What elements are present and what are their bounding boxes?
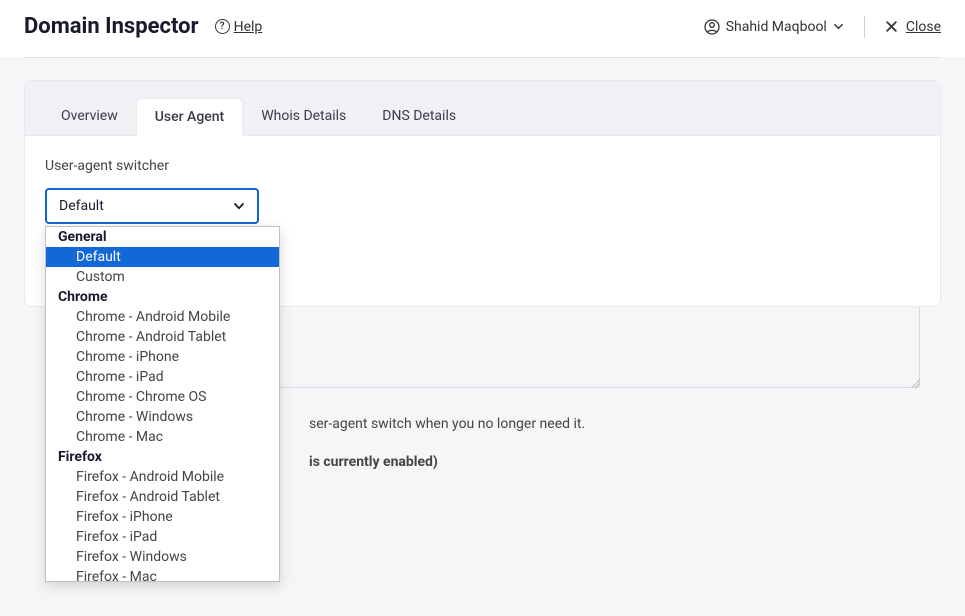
chevron-down-icon [233,200,245,212]
dd-item-firefox-mac[interactable]: Firefox - Mac [46,567,279,582]
header-right: Shahid Maqbool Close [704,16,941,38]
user-name: Shahid Maqbool [726,19,827,35]
help-label: Help [234,19,263,35]
dd-item-chrome-android-tablet[interactable]: Chrome - Android Tablet [46,327,279,347]
hint-text-disable: ser-agent switch when you no longer need… [309,416,585,432]
tab-dns-details[interactable]: DNS Details [364,98,474,136]
help-icon: ? [215,19,230,34]
hint-text-enabled: is currently enabled) [309,454,438,470]
close-icon [885,20,898,33]
dd-group-general: General [46,227,279,247]
dd-group-chrome: Chrome [46,287,279,307]
ua-switcher-label: User-agent switcher [45,158,920,174]
dd-item-chrome-ipad[interactable]: Chrome - iPad [46,367,279,387]
main-panel: Overview User Agent Whois Details DNS De… [24,80,941,307]
close-button[interactable]: Close [885,19,941,35]
help-link[interactable]: ? Help [215,19,263,35]
divider [864,16,865,38]
dd-item-firefox-android-mobile[interactable]: Firefox - Android Mobile [46,467,279,487]
dd-item-firefox-ipad[interactable]: Firefox - iPad [46,527,279,547]
dd-item-firefox-iphone[interactable]: Firefox - iPhone [46,507,279,527]
header: Domain Inspector ? Help Shahid Maqbool [0,0,965,57]
user-icon [704,19,720,35]
chevron-down-icon [833,21,844,32]
header-left: Domain Inspector ? Help [24,14,262,39]
dd-group-firefox: Firefox [46,447,279,467]
user-menu[interactable]: Shahid Maqbool [704,19,844,35]
dd-item-chrome-mac[interactable]: Chrome - Mac [46,427,279,447]
dd-item-chrome-android-mobile[interactable]: Chrome - Android Mobile [46,307,279,327]
page-title: Domain Inspector [24,14,199,39]
ua-select-value: Default [59,198,104,214]
dd-item-default[interactable]: Default [46,247,279,267]
dd-item-chrome-iphone[interactable]: Chrome - iPhone [46,347,279,367]
tab-user-agent[interactable]: User Agent [136,98,243,136]
tabs: Overview User Agent Whois Details DNS De… [25,81,940,136]
dd-item-chrome-windows[interactable]: Chrome - Windows [46,407,279,427]
ua-select-wrapper: Default General Default Custom Chrome Ch… [45,188,259,224]
header-divider [24,57,941,58]
tab-overview[interactable]: Overview [43,98,136,136]
dd-item-chrome-chromeos[interactable]: Chrome - Chrome OS [46,387,279,407]
ua-select[interactable]: Default [45,188,259,224]
ua-dropdown[interactable]: General Default Custom Chrome Chrome - A… [45,226,280,582]
textarea-resize-handle[interactable] [906,374,920,388]
dd-item-custom[interactable]: Custom [46,267,279,287]
close-label: Close [906,19,941,35]
tab-whois-details[interactable]: Whois Details [243,98,364,136]
dd-item-firefox-android-tablet[interactable]: Firefox - Android Tablet [46,487,279,507]
dd-item-firefox-windows[interactable]: Firefox - Windows [46,547,279,567]
content: User-agent switcher Default General Defa… [25,136,940,246]
